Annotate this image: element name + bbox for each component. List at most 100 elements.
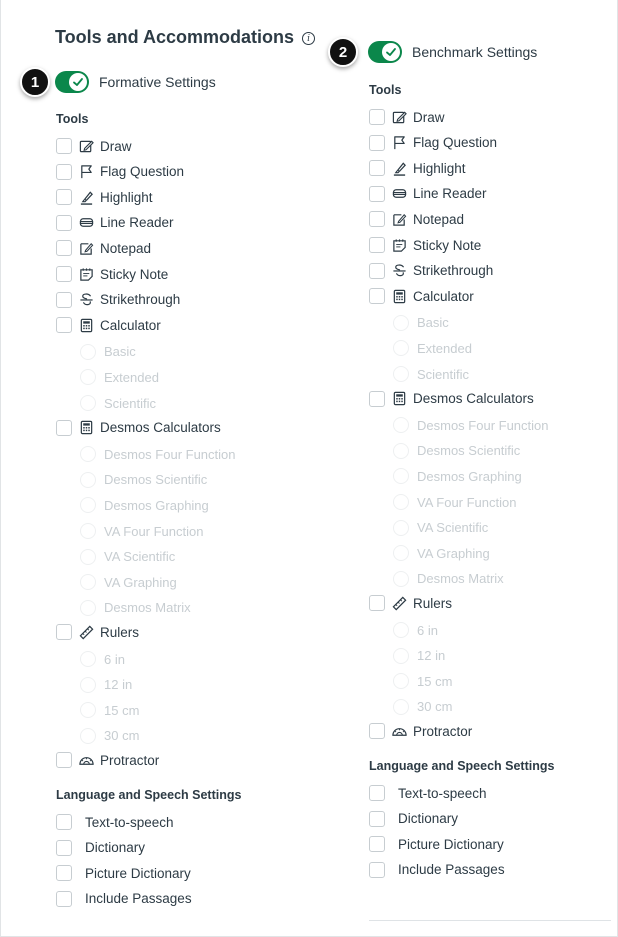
sub-option-desmos-graphing[interactable]: Desmos Graphing (393, 468, 522, 485)
tool-option-strikethrough[interactable]: Strikethrough (369, 262, 493, 279)
radio-button[interactable] (80, 446, 96, 463)
language-option-picture-dictionary[interactable]: Picture Dictionary (369, 836, 504, 853)
tool-option-strikethrough[interactable]: Strikethrough (56, 291, 180, 308)
radio-button[interactable] (393, 417, 409, 434)
checkbox[interactable] (369, 185, 385, 202)
radio-button[interactable] (393, 366, 409, 382)
language-option-include-passages[interactable]: Include Passages (369, 861, 505, 878)
sub-option-desmos-scientific[interactable]: Desmos Scientific (393, 442, 520, 459)
sub-option-basic[interactable]: Basic (393, 314, 449, 331)
checkbox[interactable] (56, 419, 72, 436)
sub-option-desmos-four-function[interactable]: Desmos Four Function (80, 446, 236, 463)
checkbox[interactable] (369, 810, 385, 827)
radio-button[interactable] (80, 702, 96, 719)
radio-button[interactable] (80, 497, 96, 514)
sub-option-extended[interactable]: Extended (393, 340, 472, 357)
checkbox[interactable] (56, 138, 72, 154)
tool-option-line-reader[interactable]: Line Reader (369, 185, 487, 202)
checkbox[interactable] (56, 890, 72, 907)
sub-option-15-cm[interactable]: 15 cm (80, 702, 139, 719)
sub-option-desmos-scientific[interactable]: Desmos Scientific (80, 471, 207, 488)
checkbox[interactable] (369, 861, 385, 878)
radio-button[interactable] (80, 574, 96, 591)
sub-option-scientific[interactable]: Scientific (393, 366, 469, 382)
radio-button[interactable] (80, 395, 96, 411)
tool-option-notepad[interactable]: Notepad (369, 211, 464, 228)
radio-button[interactable] (393, 442, 409, 459)
checkbox[interactable] (369, 262, 385, 279)
tool-option-protractor[interactable]: Protractor (369, 723, 472, 740)
language-option-text-to-speech[interactable]: Text-to-speech (369, 785, 487, 801)
checkbox[interactable] (369, 390, 385, 407)
checkbox[interactable] (369, 288, 385, 305)
sub-option-6-in[interactable]: 6 in (393, 622, 438, 638)
tool-option-desmos-calculators[interactable]: Desmos Calculators (56, 419, 221, 436)
tool-option-notepad[interactable]: Notepad (56, 240, 151, 257)
checkbox[interactable] (369, 785, 385, 801)
info-icon[interactable]: i (302, 32, 316, 45)
radio-button[interactable] (393, 622, 409, 638)
radio-button[interactable] (80, 548, 96, 565)
tool-option-line-reader[interactable]: Line Reader (56, 214, 174, 231)
checkbox[interactable] (56, 865, 72, 882)
checkbox[interactable] (56, 240, 72, 257)
tool-option-highlight[interactable]: Highlight (56, 189, 153, 206)
checkbox[interactable] (56, 214, 72, 231)
tool-option-protractor[interactable]: Protractor (56, 752, 159, 769)
tool-option-rulers[interactable]: Rulers (56, 624, 139, 641)
sub-option-desmos-matrix[interactable]: Desmos Matrix (80, 599, 191, 616)
sub-option-basic[interactable]: Basic (80, 343, 136, 360)
radio-button[interactable] (393, 570, 409, 587)
language-option-picture-dictionary[interactable]: Picture Dictionary (56, 865, 191, 882)
sub-option-va-four-function[interactable]: VA Four Function (393, 494, 516, 510)
sub-option-6-in[interactable]: 6 in (80, 651, 125, 667)
sub-option-12-in[interactable]: 12 in (80, 676, 132, 693)
radio-button[interactable] (80, 727, 96, 744)
radio-button[interactable] (393, 519, 409, 536)
checkbox[interactable] (369, 237, 385, 253)
checkbox[interactable] (369, 160, 385, 177)
sub-option-va-graphing[interactable]: VA Graphing (393, 545, 490, 562)
sub-option-va-scientific[interactable]: VA Scientific (393, 519, 488, 536)
checkbox[interactable] (369, 211, 385, 228)
checkbox[interactable] (369, 134, 385, 151)
language-option-text-to-speech[interactable]: Text-to-speech (56, 814, 174, 830)
benchmark-settings-toggle[interactable] (368, 41, 402, 63)
tool-option-calculator[interactable]: Calculator (369, 288, 474, 305)
radio-button[interactable] (393, 673, 409, 690)
checkbox[interactable] (56, 752, 72, 769)
tool-option-sticky-note[interactable]: Sticky Note (369, 237, 481, 253)
sub-option-30-cm[interactable]: 30 cm (393, 698, 452, 715)
checkbox[interactable] (56, 814, 72, 830)
tool-option-highlight[interactable]: Highlight (369, 160, 466, 177)
tool-option-flag-question[interactable]: Flag Question (369, 134, 497, 151)
checkbox[interactable] (369, 836, 385, 853)
radio-button[interactable] (393, 698, 409, 715)
checkbox[interactable] (56, 189, 72, 206)
checkbox[interactable] (369, 595, 385, 612)
tool-option-sticky-note[interactable]: Sticky Note (56, 266, 168, 282)
sub-option-extended[interactable]: Extended (80, 369, 159, 386)
checkbox[interactable] (56, 839, 72, 856)
sub-option-desmos-four-function[interactable]: Desmos Four Function (393, 417, 549, 434)
formative-settings-toggle[interactable] (55, 71, 89, 93)
checkbox[interactable] (56, 291, 72, 308)
sub-option-30-cm[interactable]: 30 cm (80, 727, 139, 744)
sub-option-15-cm[interactable]: 15 cm (393, 673, 452, 690)
sub-option-va-four-function[interactable]: VA Four Function (80, 523, 203, 539)
radio-button[interactable] (393, 314, 409, 331)
sub-option-scientific[interactable]: Scientific (80, 395, 156, 411)
radio-button[interactable] (80, 523, 96, 539)
sub-option-desmos-graphing[interactable]: Desmos Graphing (80, 497, 209, 514)
tool-option-draw[interactable]: Draw (369, 109, 445, 125)
sub-option-desmos-matrix[interactable]: Desmos Matrix (393, 570, 504, 587)
radio-button[interactable] (80, 343, 96, 360)
checkbox[interactable] (369, 723, 385, 740)
tool-option-desmos-calculators[interactable]: Desmos Calculators (369, 390, 534, 407)
sub-option-va-scientific[interactable]: VA Scientific (80, 548, 175, 565)
tool-option-calculator[interactable]: Calculator (56, 317, 161, 334)
radio-button[interactable] (80, 651, 96, 667)
radio-button[interactable] (80, 599, 96, 616)
radio-button[interactable] (393, 494, 409, 510)
language-option-dictionary[interactable]: Dictionary (369, 810, 458, 827)
